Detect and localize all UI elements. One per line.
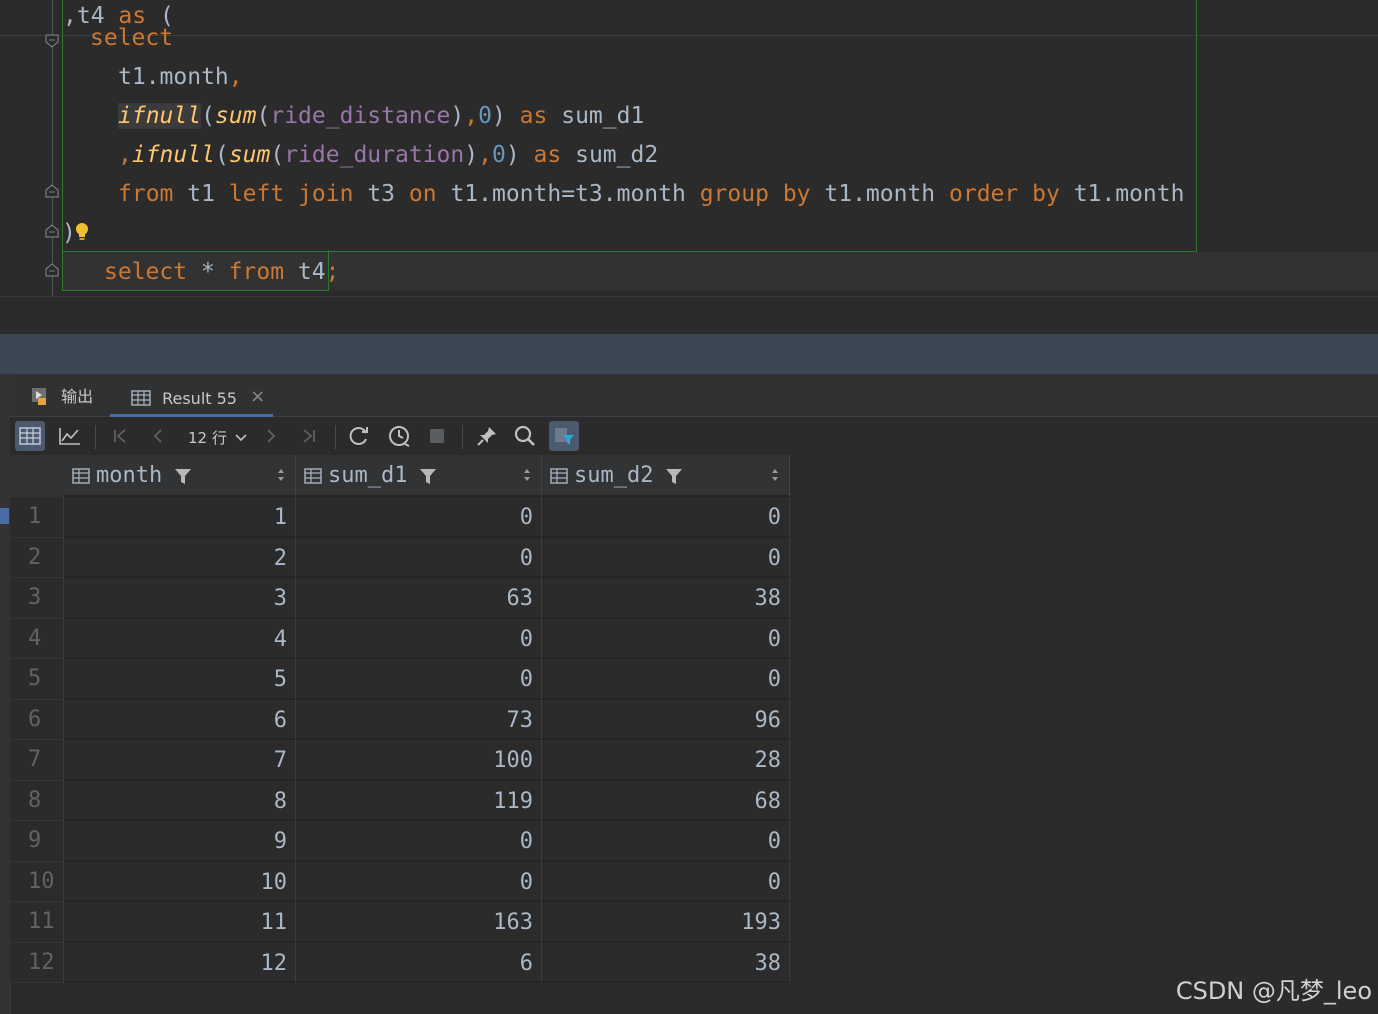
row-number[interactable]: 3: [10, 578, 64, 619]
row-number[interactable]: 4: [10, 618, 64, 659]
table-cell[interactable]: 0: [296, 618, 542, 659]
search-icon[interactable]: [510, 421, 540, 451]
table-cell[interactable]: 0: [296, 497, 542, 538]
grid-corner[interactable]: [10, 455, 65, 497]
sort-icon[interactable]: [277, 467, 285, 484]
table-cell[interactable]: 0: [542, 497, 790, 538]
table-cell[interactable]: 2: [64, 537, 296, 578]
statement-selection-border: [62, 250, 329, 291]
table-cell[interactable]: 0: [542, 618, 790, 659]
filter-icon[interactable]: [419, 467, 437, 485]
fold-marker-icon[interactable]: [45, 224, 59, 238]
first-page-icon[interactable]: [105, 421, 135, 451]
history-clock-icon[interactable]: [384, 421, 414, 451]
column-header-sum-d1[interactable]: sum_d1: [296, 455, 542, 497]
fold-marker-icon[interactable]: [45, 34, 59, 48]
results-toolbar: 12 行: [10, 417, 1378, 455]
table-cell[interactable]: 7: [64, 740, 296, 781]
refresh-icon[interactable]: [344, 421, 374, 451]
row-number[interactable]: 11: [10, 902, 64, 943]
next-page-icon[interactable]: [256, 421, 286, 451]
filter-columns-icon[interactable]: [549, 421, 579, 451]
table-cell[interactable]: 0: [296, 659, 542, 700]
statement-selection-border: [62, 0, 1197, 252]
filter-icon[interactable]: [174, 467, 192, 485]
table-cell[interactable]: 0: [296, 861, 542, 902]
side-strip-marker[interactable]: [0, 508, 9, 524]
table-cell[interactable]: 0: [542, 659, 790, 700]
close-tab-icon[interactable]: ×: [250, 386, 265, 407]
stop-icon[interactable]: [422, 421, 452, 451]
table-view-icon[interactable]: [15, 421, 45, 451]
row-number[interactable]: 10: [10, 861, 64, 902]
table-cell[interactable]: 0: [542, 821, 790, 862]
table-cell[interactable]: 38: [542, 578, 790, 619]
table-cell[interactable]: 0: [542, 537, 790, 578]
table-cell[interactable]: 0: [296, 537, 542, 578]
table-cell[interactable]: 6: [296, 942, 542, 983]
sql-editor[interactable]: ,t4 as ( select t1.month, ifnull(sum(rid…: [0, 0, 1378, 296]
table-cell[interactable]: 9: [64, 821, 296, 862]
table-cell[interactable]: 119: [296, 780, 542, 821]
tab-output[interactable]: 输出: [30, 374, 93, 416]
sort-icon[interactable]: [523, 467, 531, 484]
results-tabs: 输出 Result 55 ×: [10, 374, 1378, 417]
row-number[interactable]: 9: [10, 821, 64, 862]
table-cell[interactable]: 11: [64, 902, 296, 943]
page-size-selector[interactable]: 12 行: [188, 427, 247, 448]
column-header-sum-d2[interactable]: sum_d2: [542, 455, 790, 497]
table-cell[interactable]: 100: [296, 740, 542, 781]
previous-page-icon[interactable]: [143, 421, 173, 451]
column-header-month[interactable]: month: [64, 455, 296, 497]
table-cell[interactable]: 193: [542, 902, 790, 943]
chevron-down-icon: [235, 434, 247, 442]
table-cell[interactable]: 38: [542, 942, 790, 983]
column-icon: [72, 468, 90, 484]
row-number[interactable]: 1: [10, 497, 64, 538]
editor-bottom-area: [0, 296, 1378, 335]
toolbar-separator: [95, 425, 96, 449]
toolbar-separator: [462, 425, 463, 449]
table-cell[interactable]: 5: [64, 659, 296, 700]
output-icon: [32, 388, 46, 405]
watermark: CSDN @凡梦_leo: [1175, 977, 1372, 1005]
table-cell[interactable]: 6: [64, 699, 296, 740]
tab-result[interactable]: Result 55 ×: [131, 374, 265, 416]
row-number[interactable]: 2: [10, 537, 64, 578]
row-number[interactable]: 7: [10, 740, 64, 781]
table-icon: [131, 390, 151, 406]
table-cell[interactable]: 28: [542, 740, 790, 781]
sort-icon[interactable]: [771, 467, 779, 484]
row-number[interactable]: 8: [10, 780, 64, 821]
fold-marker-icon[interactable]: [45, 263, 59, 277]
chart-view-icon[interactable]: [55, 421, 85, 451]
row-number[interactable]: 5: [10, 659, 64, 700]
table-cell[interactable]: 12: [64, 942, 296, 983]
table-cell[interactable]: 96: [542, 699, 790, 740]
toolbar-separator: [335, 425, 336, 449]
table-cell[interactable]: 0: [296, 821, 542, 862]
column-icon: [304, 468, 322, 484]
filter-icon[interactable]: [665, 467, 683, 485]
table-cell[interactable]: 8: [64, 780, 296, 821]
results-panel: 输出 Result 55 × 12 行 month sum_d1 sum_d2 …: [0, 374, 1378, 1014]
table-cell[interactable]: 3: [64, 578, 296, 619]
table-cell[interactable]: 0: [542, 861, 790, 902]
table-cell[interactable]: 63: [296, 578, 542, 619]
table-cell[interactable]: 10: [64, 861, 296, 902]
table-cell[interactable]: 4: [64, 618, 296, 659]
column-icon: [550, 468, 568, 484]
panel-splitter[interactable]: [0, 334, 1378, 374]
table-cell[interactable]: 1: [64, 497, 296, 538]
row-number[interactable]: 6: [10, 699, 64, 740]
table-cell[interactable]: 73: [296, 699, 542, 740]
table-cell[interactable]: 68: [542, 780, 790, 821]
table-cell[interactable]: 163: [296, 902, 542, 943]
last-page-icon[interactable]: [294, 421, 324, 451]
row-number[interactable]: 12: [10, 942, 64, 983]
pin-icon[interactable]: [472, 421, 502, 451]
fold-marker-icon[interactable]: [45, 184, 59, 198]
